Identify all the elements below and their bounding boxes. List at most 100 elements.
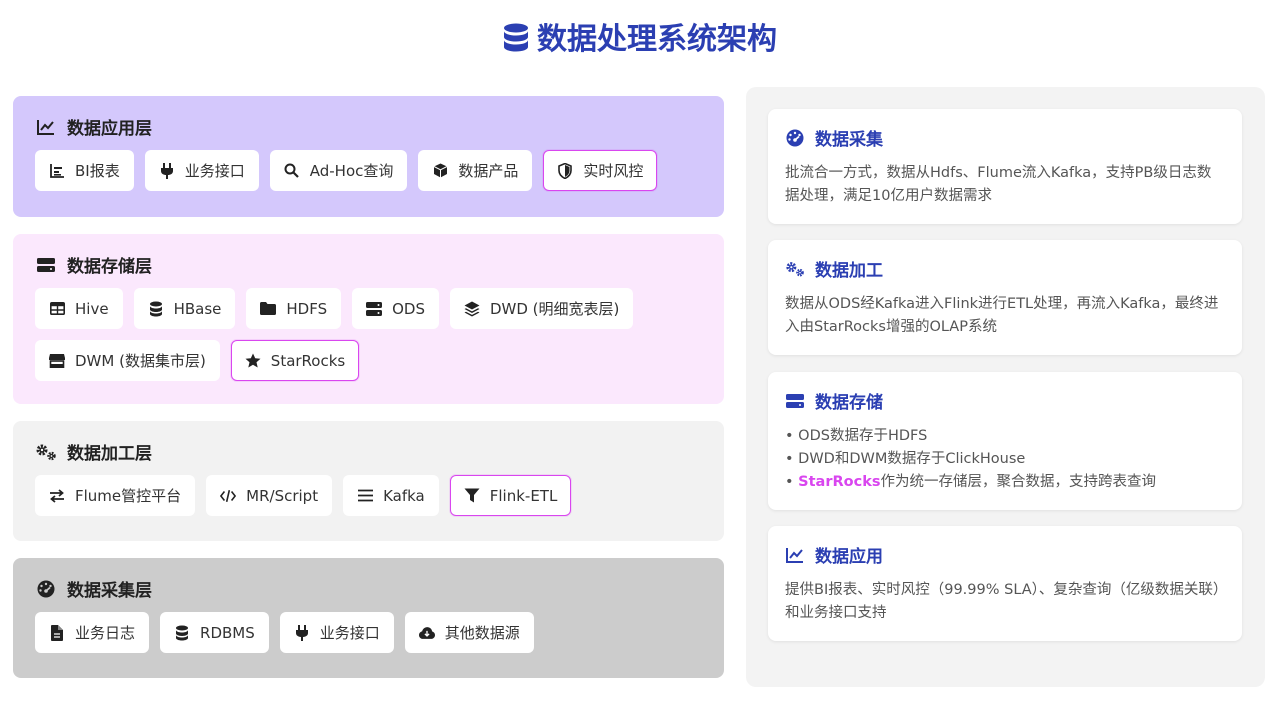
layer-title: 数据采集层: [67, 581, 152, 601]
chip-business-api-2[interactable]: 业务接口: [279, 612, 394, 653]
layer-application: 数据应用层 BI报表 业务接口 Ad-Hoc查询 数据产品 实时风控: [13, 96, 724, 217]
chip-flume[interactable]: Flume管控平台: [35, 475, 196, 516]
layer-header: 数据加工层: [35, 439, 702, 464]
chip-label: Flume管控平台: [75, 487, 182, 505]
bullet-item: • ODS数据存于HDFS: [785, 425, 1225, 448]
card-title: 数据加工: [815, 261, 883, 281]
star-icon: [245, 353, 261, 369]
gauge-icon: [785, 128, 805, 148]
card-header: 数据加工: [785, 256, 1225, 281]
chip-label: DWD (明细宽表层): [489, 300, 620, 318]
chip-label: 实时风控: [583, 162, 644, 180]
card-storage: 数据存储 • ODS数据存于HDFS • DWD和DWM数据存于ClickHou…: [768, 372, 1242, 510]
chip-dwm[interactable]: DWM (数据集市层): [35, 340, 220, 381]
bar-list-icon: [49, 163, 65, 179]
chip-label: Kafka: [383, 486, 425, 505]
starrocks-highlight: StarRocks: [798, 474, 881, 490]
chip-flink-etl[interactable]: Flink-ETL: [449, 475, 572, 516]
layer-header: 数据存储层: [35, 252, 702, 277]
chart-line-icon: [35, 116, 57, 138]
layer-header: 数据采集层: [35, 576, 702, 601]
bullet-item: • DWD和DWM数据存于ClickHouse: [785, 448, 1225, 471]
exchange-icon: [49, 488, 65, 504]
description-panel: 数据采集 批流合一方式，数据从Hdfs、Flume流入Kafka，支持PB级日志…: [746, 87, 1265, 687]
chip-label: 数据产品: [458, 162, 519, 180]
bullet-text: • ODS数据存于HDFS: [785, 428, 928, 444]
layers-icon: [464, 301, 480, 317]
gears-icon: [35, 441, 57, 463]
chip-adhoc-query[interactable]: Ad-Hoc查询: [269, 150, 408, 191]
chip-realtime-risk[interactable]: 实时风控: [543, 150, 658, 191]
card-header: 数据采集: [785, 125, 1225, 150]
card-bullets: • ODS数据存于HDFS • DWD和DWM数据存于ClickHouse • …: [785, 425, 1225, 494]
chip-rdbms[interactable]: RDBMS: [160, 612, 269, 653]
chip-label: 其他数据源: [444, 624, 520, 642]
chip-business-log[interactable]: 业务日志: [35, 612, 150, 653]
plug-icon: [159, 162, 175, 179]
layer-title: 数据应用层: [67, 119, 152, 139]
chart-line-icon: [785, 545, 805, 565]
chip-label: 业务日志: [75, 624, 136, 642]
box-icon: [432, 163, 448, 179]
chip-label: MR/Script: [246, 486, 319, 505]
card-header: 数据应用: [785, 542, 1225, 567]
chip-hive[interactable]: Hive: [35, 288, 123, 329]
server-icon: [785, 391, 805, 411]
layer-title: 数据加工层: [67, 444, 152, 464]
bullet-item: • StarRocks作为统一存储层，聚合数据，支持跨表查询: [785, 471, 1225, 494]
database-icon: [174, 625, 190, 641]
layer-collection: 数据采集层 业务日志 RDBMS 业务接口 其他数据源: [13, 558, 724, 678]
table-icon: [49, 301, 65, 317]
bars-icon: [357, 488, 373, 504]
chip-label: DWM (数据集市层): [75, 352, 206, 370]
chip-other-sources[interactable]: 其他数据源: [404, 612, 534, 653]
layer-processing: 数据加工层 Flume管控平台 MR/Script Kafka Flink-ET…: [13, 421, 724, 541]
card-text: 提供BI报表、实时风控（99.99% SLA）、复杂查询（亿级数据关联）和业务接…: [785, 582, 1221, 621]
chip-label: Ad-Hoc查询: [309, 162, 394, 180]
chip-bi-report[interactable]: BI报表: [35, 150, 134, 191]
chip-label: ODS: [392, 299, 425, 318]
search-icon: [284, 163, 300, 179]
layer-title: 数据存储层: [67, 257, 152, 277]
chip-label: 业务接口: [319, 624, 380, 642]
chip-label: RDBMS: [200, 623, 255, 642]
card-processing: 数据加工 数据从ODS经Kafka进入Flink进行ETL处理，再流入Kafka…: [768, 240, 1242, 355]
card-text: 批流合一方式，数据从Hdfs、Flume流入Kafka，支持PB级日志数据处理，…: [785, 165, 1212, 204]
card-collection: 数据采集 批流合一方式，数据从Hdfs、Flume流入Kafka，支持PB级日志…: [768, 109, 1242, 224]
bullet-text: • DWD和DWM数据存于ClickHouse: [785, 451, 1026, 467]
card-title: 数据采集: [815, 130, 883, 150]
chip-data-product[interactable]: 数据产品: [418, 150, 533, 191]
layer-storage: 数据存储层 Hive HBase HDFS ODS DWD (明细宽表层) DW…: [13, 234, 724, 404]
card-application: 数据应用 提供BI报表、实时风控（99.99% SLA）、复杂查询（亿级数据关联…: [768, 526, 1242, 641]
chip-dwd[interactable]: DWD (明细宽表层): [449, 288, 634, 329]
store-icon: [49, 353, 65, 369]
chip-label: HBase: [173, 299, 222, 318]
page-title: 数据处理系统架构: [0, 14, 1280, 61]
chip-label: BI报表: [75, 162, 120, 180]
cloud-download-icon: [418, 625, 435, 641]
chip-label: 业务接口: [184, 162, 245, 180]
card-title: 数据存储: [815, 393, 883, 413]
card-title: 数据应用: [815, 547, 883, 567]
chip-kafka[interactable]: Kafka: [343, 475, 439, 516]
bullet-text: •: [785, 474, 799, 490]
server-icon: [35, 254, 57, 276]
chip-starrocks[interactable]: StarRocks: [230, 340, 360, 381]
chip-label: Hive: [75, 299, 109, 318]
chip-hdfs[interactable]: HDFS: [246, 288, 342, 329]
chip-label: Flink-ETL: [489, 486, 558, 505]
plug-icon: [294, 624, 310, 641]
card-text: 数据从ODS经Kafka进入Flink进行ETL处理，再流入Kafka，最终进入…: [785, 296, 1219, 335]
layer-header: 数据应用层: [35, 114, 702, 139]
bullet-text: 作为统一存储层，聚合数据，支持跨表查询: [880, 474, 1156, 490]
gears-icon: [785, 259, 805, 279]
chip-hbase[interactable]: HBase: [133, 288, 236, 329]
chip-label: HDFS: [286, 299, 328, 318]
chip-business-api[interactable]: 业务接口: [144, 150, 259, 191]
page-title-text: 数据处理系统架构: [537, 22, 777, 57]
file-icon: [49, 624, 65, 641]
code-icon: [220, 488, 237, 504]
card-header: 数据存储: [785, 388, 1225, 413]
chip-mr-script[interactable]: MR/Script: [206, 475, 333, 516]
chip-ods[interactable]: ODS: [352, 288, 439, 329]
